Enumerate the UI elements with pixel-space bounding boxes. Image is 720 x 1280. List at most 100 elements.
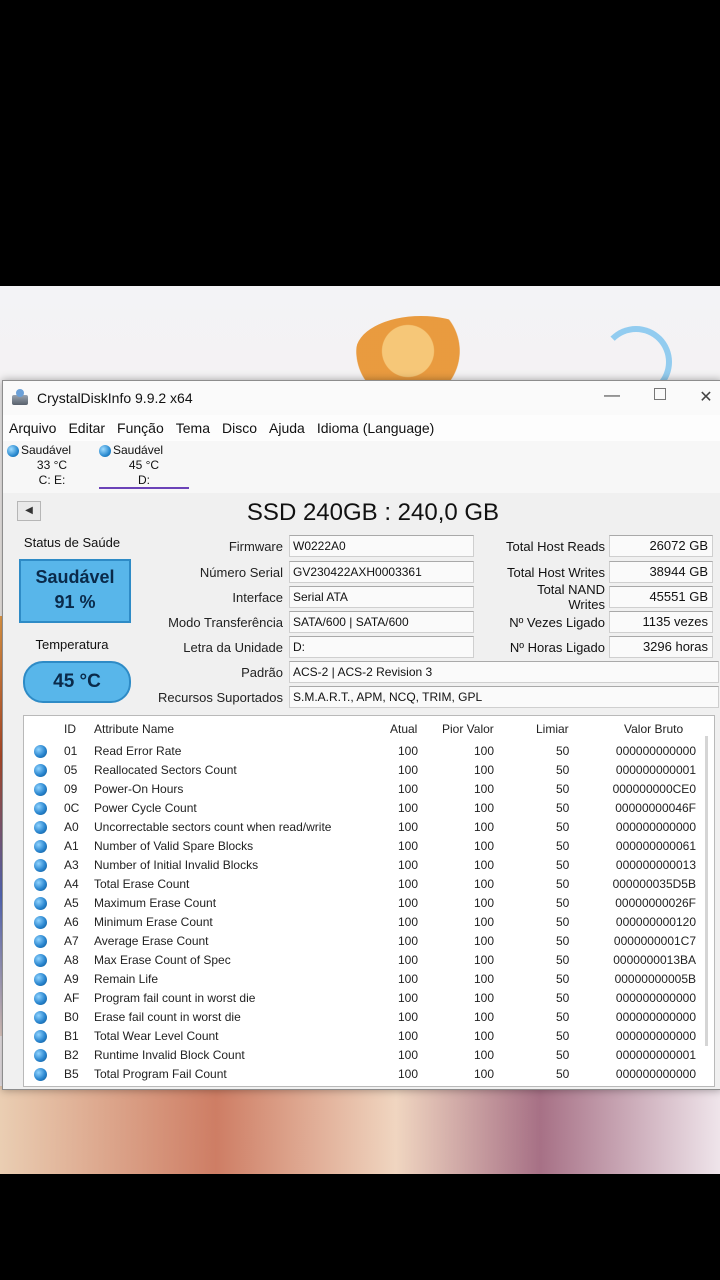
column-current[interactable]: Atual bbox=[390, 722, 417, 736]
health-status-badge[interactable]: Saudável 91 % bbox=[19, 559, 131, 623]
crystaldiskinfo-window: CrystalDiskInfo 9.9.2 x64 — ✕ Arquivo Ed… bbox=[2, 380, 720, 1090]
attribute-threshold: 50 bbox=[556, 991, 570, 1005]
attribute-id: A9 bbox=[64, 972, 79, 986]
attribute-raw-value: 000000035D5B bbox=[612, 877, 696, 891]
attribute-name: Total Wear Level Count bbox=[94, 1029, 219, 1043]
attribute-current: 100 bbox=[398, 820, 419, 834]
attribute-current: 100 bbox=[398, 744, 419, 758]
attribute-raw-value: 000000000120 bbox=[615, 915, 696, 929]
table-row[interactable]: A4 Total Erase Count 100 100 50 000000035D5B bbox=[24, 875, 704, 894]
table-header: ID Attribute Name Atual Pior Valor Limia… bbox=[24, 720, 714, 740]
table-row[interactable]: B0 Erase fail count in worst die 100 100 50 0… bbox=[24, 1008, 704, 1027]
table-row[interactable]: B2 Runtime Invalid Block Count 100 100 50 000… bbox=[24, 1046, 704, 1065]
table-row[interactable]: 01 Read Error Rate 100 100 50 000000000000 bbox=[24, 742, 704, 761]
status-icon bbox=[34, 802, 47, 815]
stat-label: Total NAND Writes bbox=[537, 582, 605, 612]
attribute-id: B0 bbox=[64, 1010, 79, 1024]
stat-value: 3296 horas bbox=[609, 636, 713, 658]
stat-value: 1135 vezes bbox=[609, 611, 713, 633]
attribute-raw-value: 000000000000 bbox=[615, 991, 696, 1005]
column-attribute-name[interactable]: Attribute Name bbox=[94, 722, 174, 736]
table-row[interactable]: A0 Uncorrectable sectors count when read/… bbox=[24, 818, 704, 837]
smart-attributes-table[interactable]: ID Attribute Name Atual Pior Valor Limia… bbox=[23, 715, 715, 1087]
drive-tab-c-e[interactable]: Saudável 33 °C C: E: bbox=[7, 443, 97, 488]
table-row[interactable]: AF Program fail count in worst die 100 100 5… bbox=[24, 989, 704, 1008]
status-icon bbox=[34, 954, 47, 967]
table-row[interactable]: 09 Power-On Hours 100 100 50 000000000CE0 bbox=[24, 780, 704, 799]
column-id[interactable]: ID bbox=[64, 722, 76, 736]
info-value: D: bbox=[289, 636, 474, 658]
table-row[interactable]: B5 Total Program Fail Count 100 100 50 000000… bbox=[24, 1065, 704, 1084]
health-status-icon bbox=[7, 445, 19, 457]
attribute-worst: 100 bbox=[474, 1029, 495, 1043]
table-row[interactable]: B1 Total Wear Level Count 100 100 50 00000000… bbox=[24, 1027, 704, 1046]
attribute-id: A5 bbox=[64, 896, 79, 910]
temperature-label: Temperatura bbox=[35, 637, 109, 652]
stat-value: 45551 GB bbox=[609, 586, 713, 608]
attribute-threshold: 50 bbox=[556, 915, 570, 929]
attribute-worst: 100 bbox=[474, 1010, 495, 1024]
temperature-badge[interactable]: 45 °C bbox=[23, 661, 131, 703]
table-row[interactable]: A1 Number of Valid Spare Blocks 100 100 50 00… bbox=[24, 837, 704, 856]
table-row[interactable]: A3 Number of Initial Invalid Blocks 100 100… bbox=[24, 856, 704, 875]
attribute-threshold: 50 bbox=[556, 972, 570, 986]
attribute-current: 100 bbox=[398, 896, 419, 910]
attribute-id: 09 bbox=[64, 782, 78, 796]
drive-tab-d[interactable]: Saudável 45 °C D: bbox=[99, 443, 189, 489]
table-row[interactable]: A6 Minimum Erase Count 100 100 50 00000000012… bbox=[24, 913, 704, 932]
menu-ajuda[interactable]: Ajuda bbox=[269, 420, 305, 436]
table-row[interactable]: A7 Average Erase Count 100 100 50 0000000001C… bbox=[24, 932, 704, 951]
info-firmware: Firmware W0222A0 bbox=[133, 535, 474, 557]
menu-idioma[interactable]: Idioma (Language) bbox=[317, 420, 435, 436]
drive-temp: 33 °C bbox=[36, 458, 68, 472]
attribute-current: 100 bbox=[398, 839, 419, 853]
minimize-button[interactable]: — bbox=[597, 387, 627, 405]
info-label: Número Serial bbox=[199, 564, 283, 580]
info-drive-letter: Letra da Unidade D: bbox=[133, 636, 474, 658]
scrollbar[interactable] bbox=[705, 736, 708, 1046]
attribute-raw-value: 0000000001C7 bbox=[613, 934, 696, 948]
attribute-worst: 100 bbox=[474, 858, 495, 872]
maximize-button[interactable] bbox=[645, 387, 675, 405]
menu-funcao[interactable]: Função bbox=[117, 420, 164, 436]
attribute-name: Minimum Erase Count bbox=[94, 915, 213, 929]
attribute-threshold: 50 bbox=[556, 953, 570, 967]
info-value: W0222A0 bbox=[289, 535, 474, 557]
wallpaper-art bbox=[356, 316, 486, 386]
menu-disco[interactable]: Disco bbox=[222, 420, 257, 436]
column-worst[interactable]: Pior Valor bbox=[442, 722, 494, 736]
menu-arquivo[interactable]: Arquivo bbox=[9, 420, 56, 436]
table-row[interactable]: A5 Maximum Erase Count 100 100 50 00000000026… bbox=[24, 894, 704, 913]
previous-disk-button[interactable]: ◀ bbox=[17, 501, 41, 521]
menu-editar[interactable]: Editar bbox=[68, 420, 105, 436]
attribute-current: 100 bbox=[398, 877, 419, 891]
close-button[interactable]: ✕ bbox=[691, 387, 720, 407]
stat-nand-writes: Total NAND Writes 45551 GB bbox=[497, 582, 713, 612]
attribute-worst: 100 bbox=[474, 953, 495, 967]
attribute-id: 0C bbox=[64, 801, 80, 815]
column-threshold[interactable]: Limiar bbox=[536, 722, 569, 736]
table-row[interactable]: A9 Remain Life 100 100 50 00000000005B bbox=[24, 970, 704, 989]
table-row[interactable]: A8 Max Erase Count of Spec 100 100 50 0000000… bbox=[24, 951, 704, 970]
attribute-id: 05 bbox=[64, 763, 78, 777]
table-row[interactable]: 0C Power Cycle Count 100 100 50 00000000046F bbox=[24, 799, 704, 818]
title-bar[interactable]: CrystalDiskInfo 9.9.2 x64 — ✕ bbox=[3, 381, 720, 415]
status-icon bbox=[34, 992, 47, 1005]
table-row[interactable]: 05 Reallocated Sectors Count 100 100 50 00000… bbox=[24, 761, 704, 780]
attribute-name: Runtime Invalid Block Count bbox=[94, 1048, 245, 1062]
info-value: Serial ATA bbox=[289, 586, 474, 608]
attribute-worst: 100 bbox=[474, 820, 495, 834]
attribute-name: Total Program Fail Count bbox=[94, 1067, 227, 1081]
attribute-worst: 100 bbox=[474, 839, 495, 853]
attribute-current: 100 bbox=[398, 972, 419, 986]
status-icon bbox=[34, 1068, 47, 1081]
status-icon bbox=[34, 1011, 47, 1024]
app-icon bbox=[11, 389, 29, 407]
status-icon bbox=[34, 745, 47, 758]
menu-tema[interactable]: Tema bbox=[176, 420, 210, 436]
attribute-raw-value: 00000000046F bbox=[615, 801, 696, 815]
column-raw-value[interactable]: Valor Bruto bbox=[624, 722, 683, 736]
attribute-worst: 100 bbox=[474, 877, 495, 891]
stat-value: 26072 GB bbox=[609, 535, 713, 557]
attribute-worst: 100 bbox=[474, 1067, 495, 1081]
